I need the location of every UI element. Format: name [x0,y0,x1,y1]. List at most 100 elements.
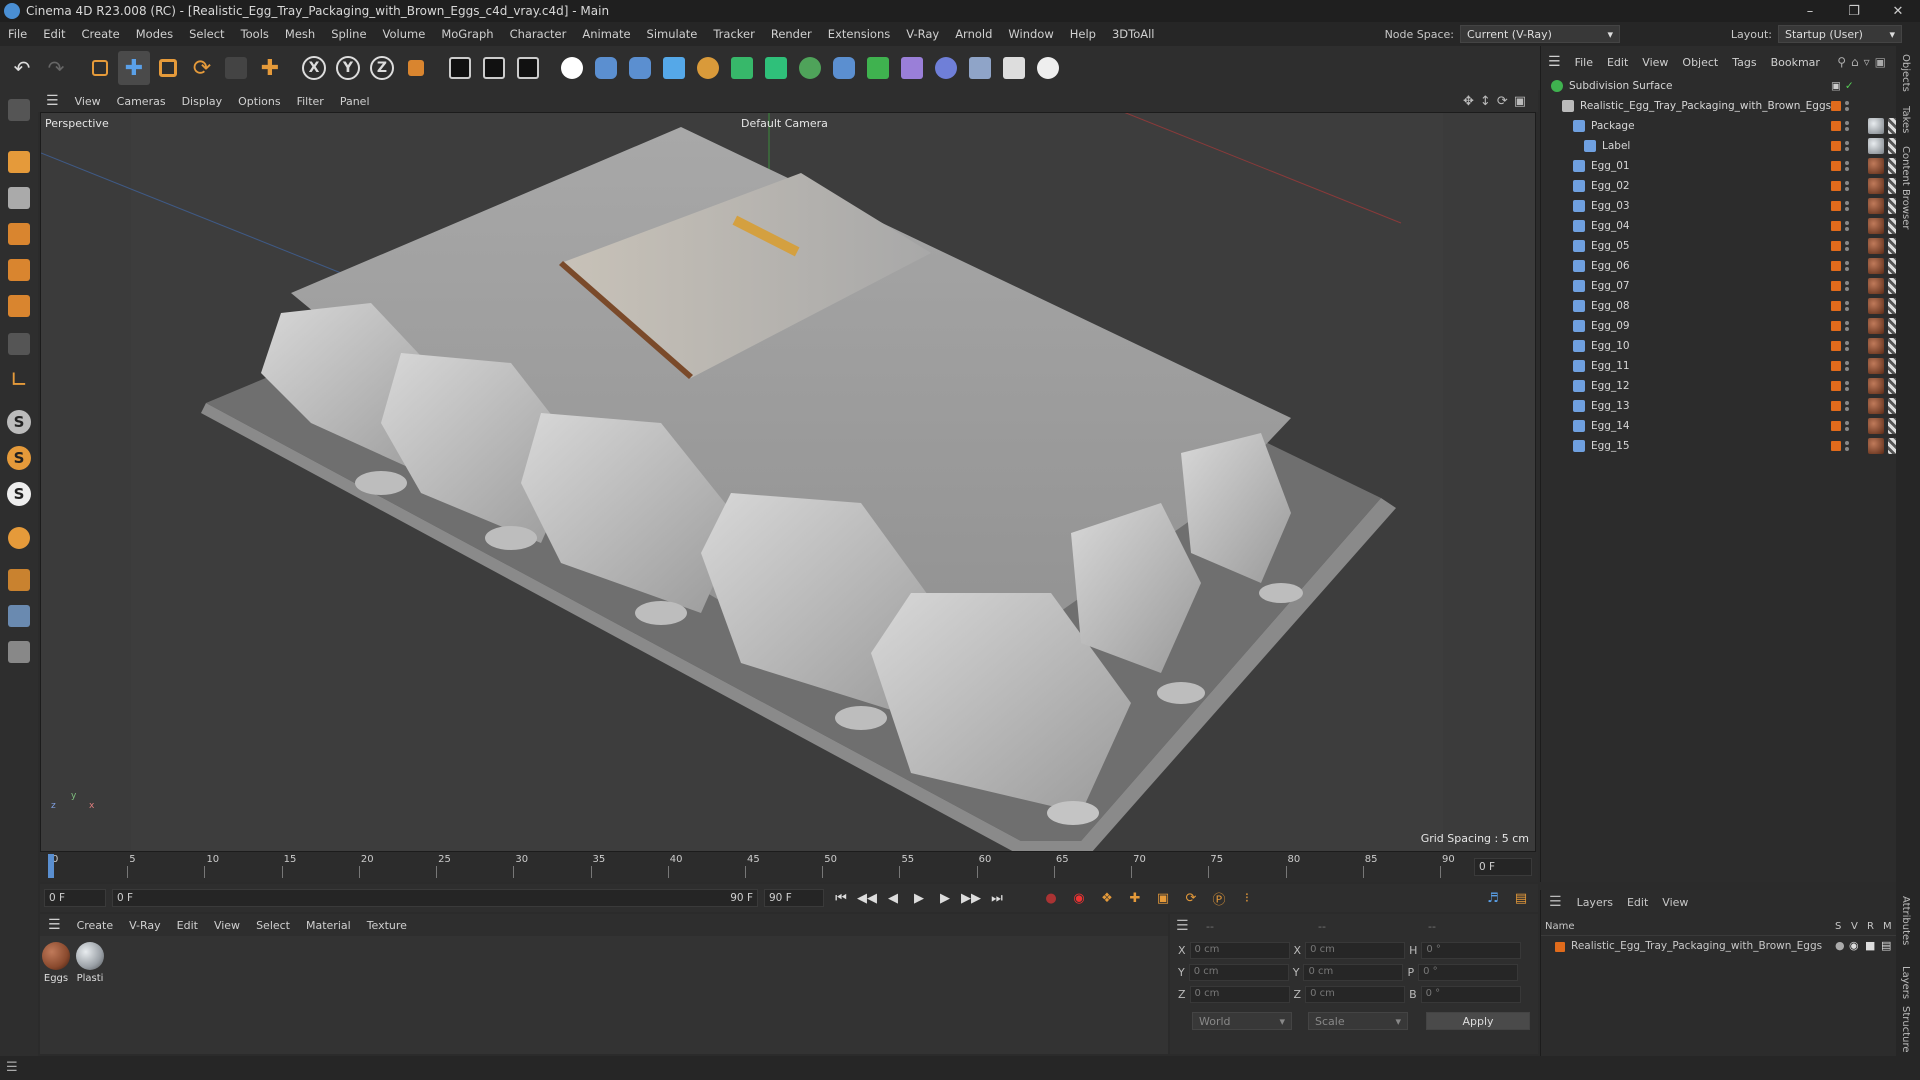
visibility-dots-icon[interactable] [1845,140,1850,152]
rotation-h-field[interactable]: 0 ° [1421,942,1522,959]
layer-color-swatch[interactable] [1831,381,1841,391]
material-tag-icon[interactable] [1868,298,1884,314]
tool-grid[interactable] [5,602,33,630]
viewport-menu-display[interactable]: Display [174,95,231,108]
undo-button[interactable]: ↶ [6,51,38,85]
menu-window[interactable]: Window [1000,27,1061,41]
object-row[interactable]: Egg_04 [1541,216,1904,236]
object-row[interactable]: Subdivision Surface ▣ ✓ [1541,76,1897,96]
y-axis-button[interactable]: Y [332,51,364,85]
layer-color-swatch[interactable] [1831,261,1841,271]
subdivision-button[interactable] [726,51,758,85]
menu-tracker[interactable]: Tracker [705,27,763,41]
go-to-end-button[interactable]: ⏭ [986,887,1008,909]
visibility-dots-icon[interactable] [1845,180,1850,192]
menu-volume[interactable]: Volume [375,27,434,41]
object-row[interactable]: Egg_09 [1541,316,1904,336]
camera-name[interactable]: Default Camera [741,117,828,130]
motion-mode-button[interactable]: ♬ [1482,887,1504,909]
vray-button[interactable] [556,51,588,85]
material-menu-edit[interactable]: Edit [169,919,206,932]
object-menu-bookmarks[interactable]: Bookmar [1764,56,1827,69]
visibility-dots-icon[interactable] [1845,300,1850,312]
hamburger-icon[interactable]: ☰ [1541,54,1568,70]
eye-icon[interactable]: ◉ [1849,939,1859,952]
object-row[interactable]: Egg_01 [1541,156,1904,176]
layer-color-swatch[interactable] [1831,441,1841,451]
rotate-button[interactable]: ⟳ [186,51,218,85]
viewport-menu-panel[interactable]: Panel [332,95,378,108]
tab-objects[interactable]: Objects [1900,54,1911,92]
menu-mesh[interactable]: Mesh [277,27,323,41]
visibility-dots-icon[interactable] [1845,360,1850,372]
key-parameter-button[interactable]: Ⓟ [1208,887,1230,909]
tool-points[interactable] [5,220,33,248]
material-tag-icon[interactable] [1868,418,1884,434]
hamburger-icon[interactable]: ☰ [1176,918,1189,934]
max-frame-field[interactable]: 90 F [764,889,824,907]
material-menu-select[interactable]: Select [248,919,298,932]
field-button[interactable] [930,51,962,85]
frame-range-slider[interactable]: 0 F 90 F [112,889,758,907]
menu-render[interactable]: Render [763,27,820,41]
menu-modes[interactable]: Modes [128,27,181,41]
layer-color-swatch[interactable] [1831,221,1841,231]
node-space-dropdown[interactable]: Current (V-Ray) ▾ [1460,25,1620,43]
render-picture-viewer-button[interactable] [478,51,510,85]
visibility-dots-icon[interactable] [1845,280,1850,292]
hamburger-icon[interactable]: ☰ [6,1060,18,1075]
apply-button[interactable]: Apply [1426,1012,1530,1030]
rotation-b-field[interactable]: 0 ° [1420,986,1521,1003]
minimize-icon[interactable]: – [1788,0,1832,22]
tool-snap-3[interactable]: S [5,480,33,508]
visibility-dots-icon[interactable] [1845,220,1850,232]
material-menu-view[interactable]: View [206,919,248,932]
render-view-button[interactable] [444,51,476,85]
object-row[interactable]: Egg_05 [1541,236,1904,256]
timeline-ruler[interactable]: 0 5 10 15 20 25 30 35 40 45 50 55 60 65 70 75 80 85 90 0 F [40,852,1538,882]
menu-file[interactable]: File [0,27,35,41]
material-tag-icon[interactable] [1868,258,1884,274]
tool-polygons[interactable] [5,292,33,320]
material-eggs[interactable]: Eggs [40,942,72,984]
redo-button[interactable]: ↷ [40,51,72,85]
menu-spline[interactable]: Spline [323,27,374,41]
previous-key-button[interactable]: ◀◀ [856,887,878,909]
world-axis-button[interactable]: ✚ [254,51,286,85]
tab-structure[interactable]: Structure [1900,1006,1911,1053]
floor-button[interactable] [964,51,996,85]
hamburger-icon[interactable]: ☰ [38,93,67,109]
next-key-button[interactable]: ▶▶ [960,887,982,909]
light-button[interactable] [1032,51,1064,85]
key-position-button[interactable]: ✚ [1124,887,1146,909]
layers-menu-view[interactable]: View [1655,896,1695,909]
tab-attributes[interactable]: Attributes [1900,896,1911,945]
tool-object-mode[interactable] [5,148,33,176]
layer-color-swatch[interactable] [1831,181,1841,191]
tool-uv[interactable] [5,330,33,358]
visibility-dots-icon[interactable] [1845,200,1850,212]
visibility-dots-icon[interactable] [1845,380,1850,392]
material-tag-icon[interactable] [1868,438,1884,454]
position-y-field[interactable]: 0 cm [1188,964,1289,981]
search-icon[interactable]: ⚲⌂▿▣ [1837,55,1891,69]
visibility-dots-icon[interactable] [1845,400,1850,412]
material-tag-icon[interactable] [1868,158,1884,174]
playhead[interactable] [48,854,54,878]
object-menu-file[interactable]: File [1568,56,1600,69]
position-x-field[interactable]: 0 cm [1189,942,1290,959]
object-row[interactable]: Egg_11 [1541,356,1904,376]
tool-magnet[interactable] [5,524,33,552]
visibility-dots-icon[interactable] [1845,420,1850,432]
visibility-dots-icon[interactable] [1845,100,1850,112]
edit-toggle-icon[interactable]: ▣ [1831,80,1841,92]
current-frame-field[interactable]: 0 F [44,889,106,907]
z-axis-button[interactable]: Z [366,51,398,85]
layers-menu-edit[interactable]: Edit [1620,896,1655,909]
menu-select[interactable]: Select [181,27,232,41]
object-row[interactable]: Package [1541,116,1904,136]
size-z-field[interactable]: 0 cm [1305,986,1406,1003]
viewport-menu-options[interactable]: Options [230,95,288,108]
key-rotation-button[interactable]: ⟳ [1180,887,1202,909]
material-tag-icon[interactable] [1868,238,1884,254]
